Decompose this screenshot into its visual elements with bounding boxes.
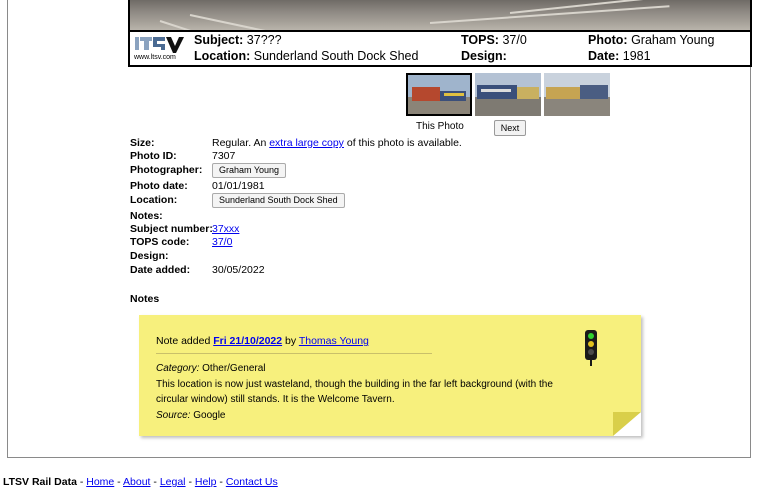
footer-link-legal[interactable]: Legal [160, 476, 186, 488]
banner-photo-value: Graham Young [631, 33, 715, 47]
photo-date-label: Photo date: [130, 180, 188, 192]
location-button[interactable]: Sunderland South Dock Shed [212, 193, 345, 208]
subject-number-label: Subject number: [130, 223, 213, 235]
banner-subject: Subject: 37??? [194, 33, 282, 47]
footer-link-contact[interactable]: Contact Us [226, 476, 278, 488]
tops-code-link[interactable]: 37/0 [212, 236, 232, 248]
footer-link-help[interactable]: Help [195, 476, 217, 488]
ltsv-logo-icon [135, 37, 184, 53]
page-frame-bottom [7, 457, 751, 458]
note-body: Category: Other/General This location is… [156, 361, 596, 423]
banner-subject-label: Subject: [194, 33, 244, 47]
page-frame-left [7, 0, 8, 458]
date-added-value: 30/05/2022 [212, 264, 265, 276]
main-photo[interactable] [130, 0, 750, 30]
photo-banner: www.ltsv.com Subject: 37??? Location: Su… [128, 0, 752, 67]
banner-date: Date: 1981 [588, 49, 651, 63]
photo-date-value: 01/01/1981 [212, 180, 265, 192]
date-added-label: Date added: [130, 264, 191, 276]
extra-large-link[interactable]: extra large copy [269, 137, 344, 149]
footer-site-name: LTSV Rail Data [3, 476, 77, 488]
thumbnail-next-2[interactable] [544, 73, 610, 116]
note-category: Category: Other/General [156, 363, 266, 374]
banner-location-label: Location: [194, 49, 251, 63]
banner-location-value: Sunderland South Dock Shed [253, 49, 419, 63]
banner-location: Location: Sunderland South Dock Shed [194, 49, 418, 63]
footer-link-about[interactable]: About [123, 476, 150, 488]
this-photo-label: This Photo [416, 121, 464, 132]
note-text-line-2: circular window) still stands. It is the… [156, 394, 395, 405]
photo-id-label: Photo ID: [130, 150, 177, 162]
notes-label: Notes: [130, 210, 163, 222]
footer: LTSV Rail Data - Home - About - Legal - … [3, 476, 278, 488]
ltsv-logo[interactable]: www.ltsv.com [134, 34, 190, 64]
photographer-button[interactable]: Graham Young [212, 163, 287, 178]
note-source: Source: Google [156, 409, 226, 421]
notes-heading: Notes [130, 293, 160, 305]
banner-design: Design: [461, 49, 507, 63]
size-label: Size: [130, 137, 155, 149]
footer-link-home[interactable]: Home [86, 476, 114, 488]
banner-subject-value: 37??? [246, 33, 282, 47]
thumbnail-current[interactable] [406, 73, 472, 116]
photo-id-value: 7307 [212, 150, 236, 162]
banner-design-label: Design: [461, 49, 507, 63]
banner-tops-value: 37/0 [502, 33, 527, 47]
banner-date-value: 1981 [622, 49, 651, 63]
location-label: Location: [130, 194, 178, 206]
size-value: Regular. An extra large copy of this pho… [212, 137, 462, 149]
next-button[interactable]: Next [494, 120, 526, 136]
note-corner-fold [613, 412, 641, 436]
note-divider [156, 353, 432, 354]
note-date-link[interactable]: Fri 21/10/2022 [213, 335, 282, 347]
banner-photographer: Photo: Graham Young [588, 33, 714, 47]
logo-url: www.ltsv.com [134, 54, 176, 61]
banner-tops: TOPS: 37/0 [461, 33, 527, 47]
banner-photo-label: Photo: [588, 33, 628, 47]
page-frame-right [750, 0, 751, 458]
thumbnail-next-1[interactable] [475, 73, 541, 116]
banner-date-label: Date: [588, 49, 620, 63]
photo-caption: www.ltsv.com Subject: 37??? Location: Su… [130, 30, 750, 65]
note-text-line-1: This location is now just wasteland, tho… [156, 378, 553, 390]
traffic-signal-icon [585, 330, 597, 366]
note-header: Note added Fri 21/10/2022 by Thomas Youn… [156, 335, 369, 347]
design-label: Design: [130, 250, 169, 262]
note-author-link[interactable]: Thomas Young [299, 335, 369, 347]
banner-tops-label: TOPS: [461, 33, 499, 47]
note-card: Note added Fri 21/10/2022 by Thomas Youn… [139, 315, 641, 436]
subject-number-link[interactable]: 37xxx [212, 223, 239, 235]
photographer-label: Photographer: [130, 164, 203, 176]
tops-code-label: TOPS code: [130, 236, 190, 248]
